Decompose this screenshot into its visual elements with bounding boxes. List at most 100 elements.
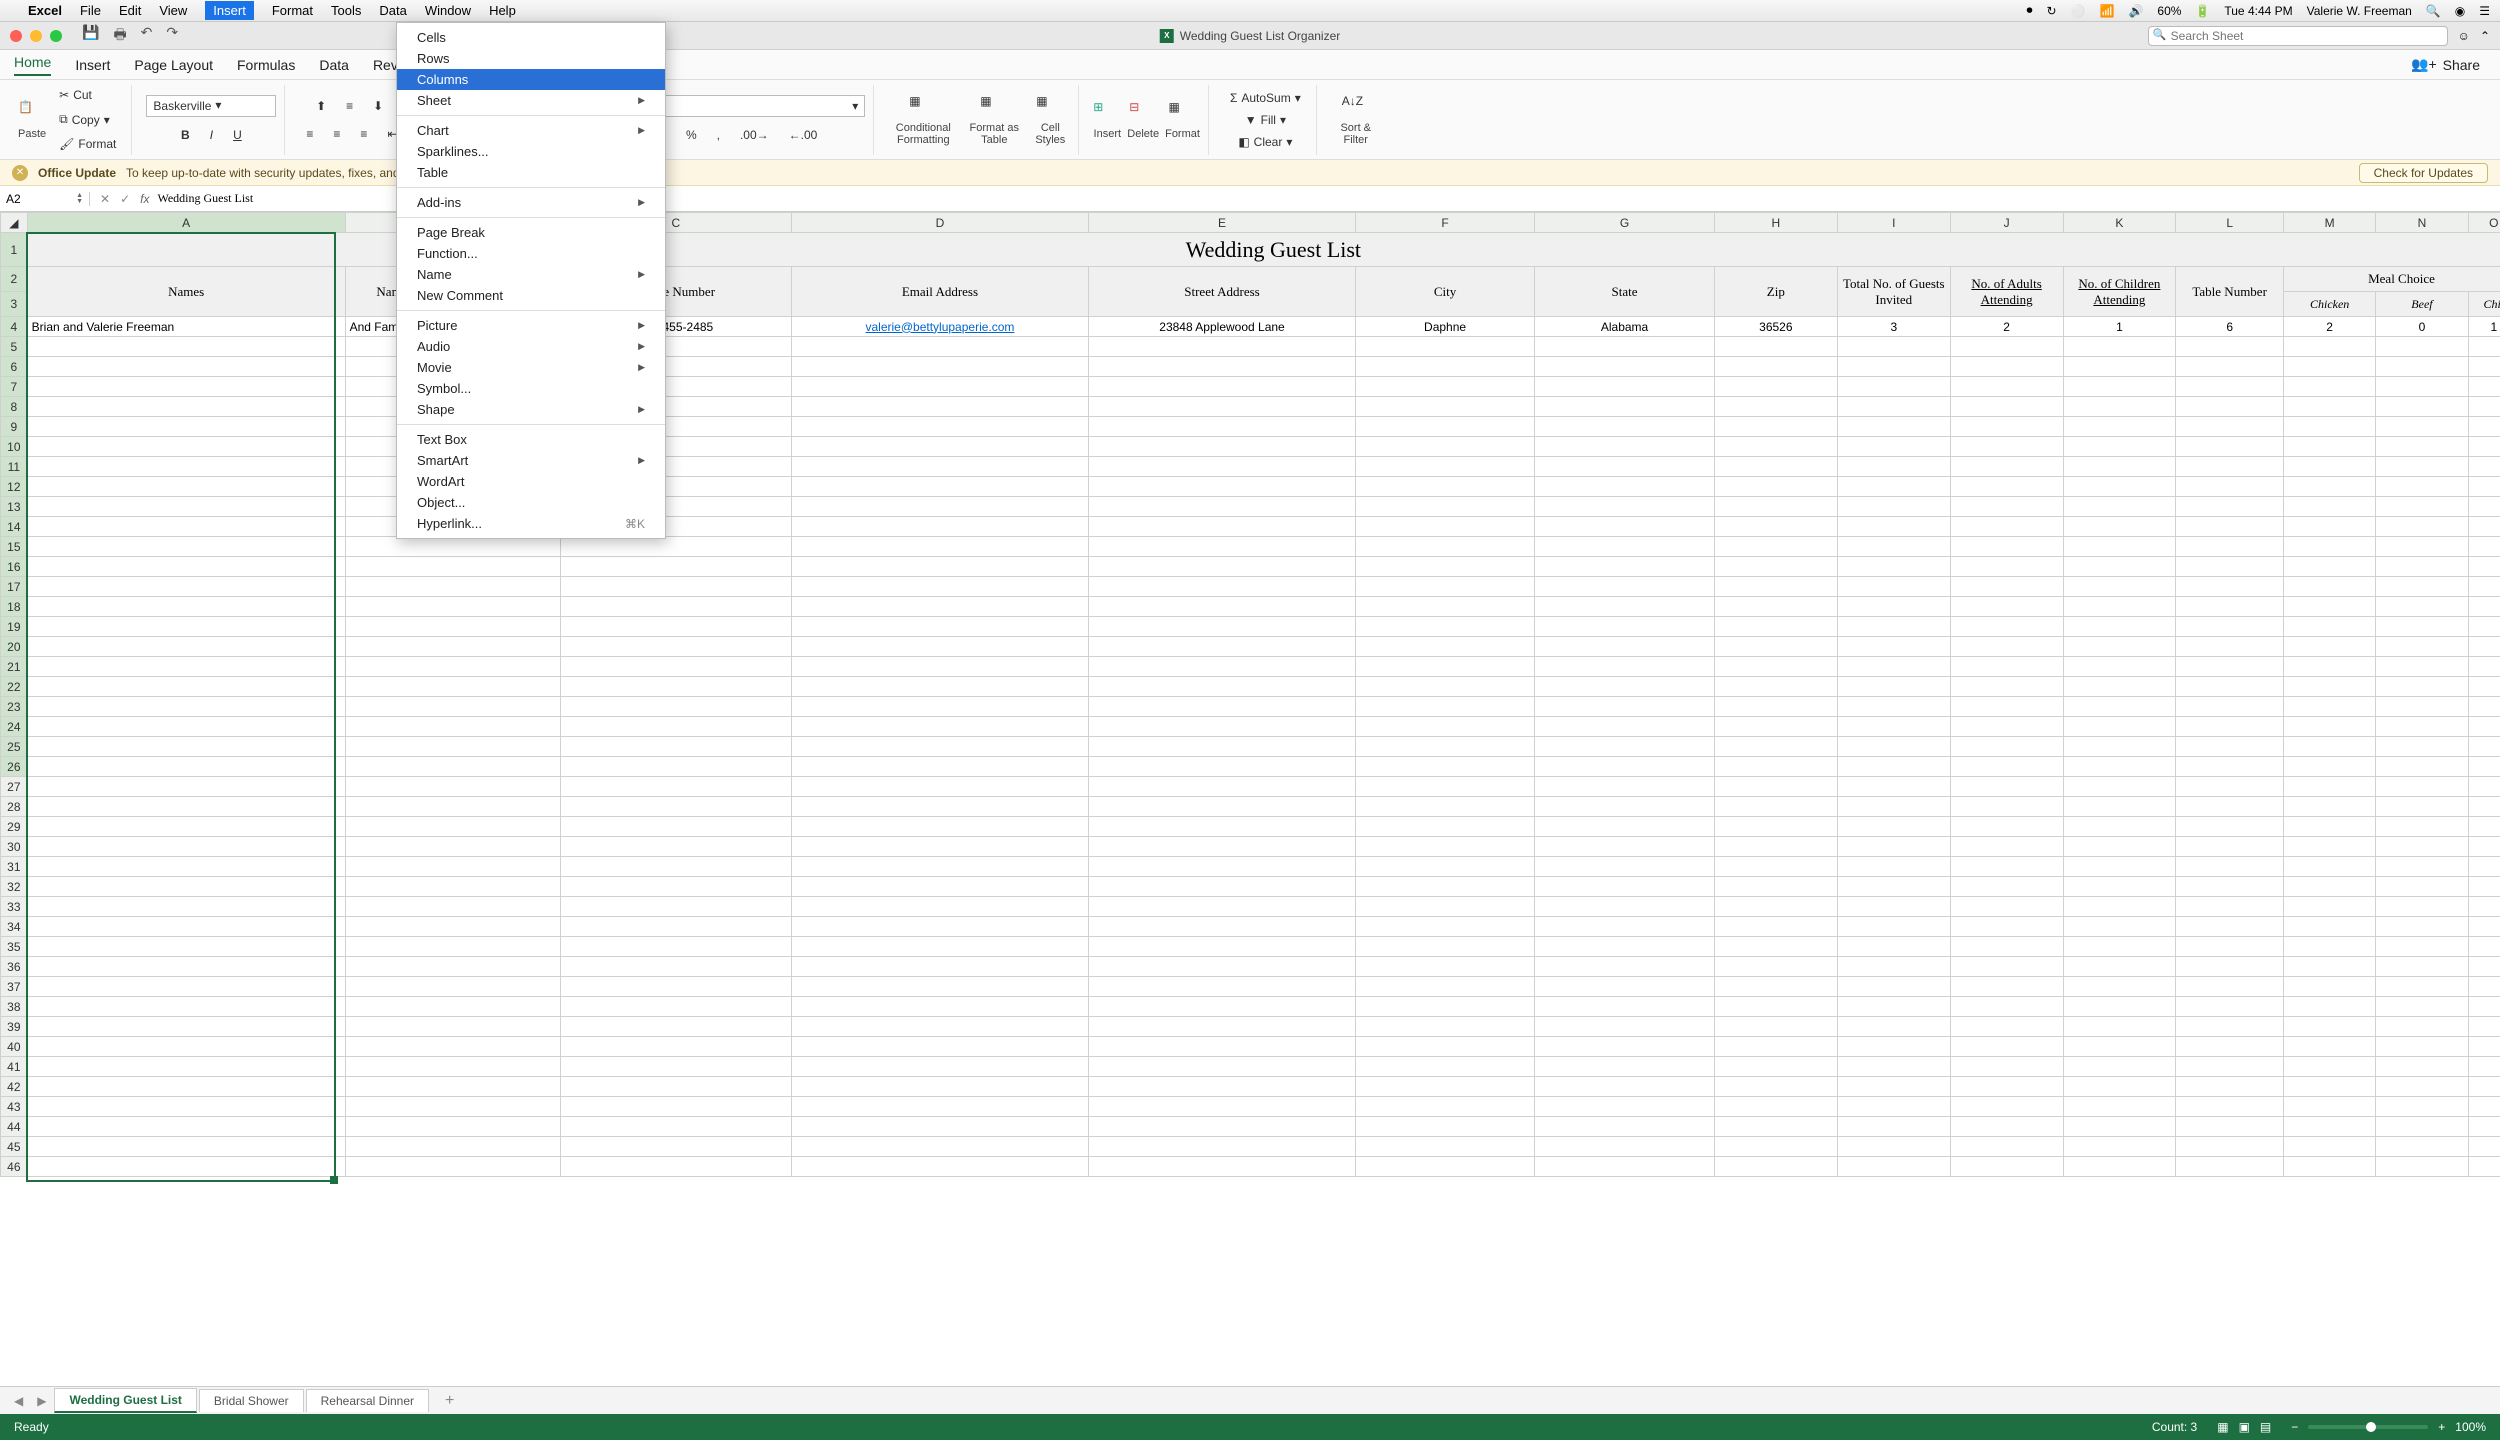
cell[interactable] [791, 997, 1088, 1017]
cell[interactable] [1950, 517, 2063, 537]
cell[interactable] [1714, 857, 1837, 877]
cell[interactable] [1089, 597, 1356, 617]
cell[interactable] [2063, 977, 2176, 997]
cell-beef[interactable]: 0 [2376, 317, 2468, 337]
cell[interactable] [2376, 877, 2468, 897]
insert-menu-object-[interactable]: Object... [397, 492, 665, 513]
cell[interactable] [2376, 817, 2468, 837]
cell[interactable] [2063, 777, 2176, 797]
cell[interactable] [2176, 657, 2284, 677]
cell[interactable] [27, 837, 345, 857]
cell[interactable] [1837, 397, 1950, 417]
cell[interactable] [2376, 417, 2468, 437]
sheet-tab-0[interactable]: Wedding Guest List [54, 1388, 196, 1413]
cell[interactable] [1714, 417, 1837, 437]
cell[interactable] [2284, 1157, 2376, 1177]
record-icon[interactable]: ⏺ [2026, 3, 2032, 18]
cell[interactable] [560, 717, 791, 737]
row-header-38[interactable]: 38 [1, 997, 28, 1017]
banner-close-icon[interactable]: ✕ [12, 165, 28, 181]
cell[interactable] [1089, 957, 1356, 977]
cell[interactable] [1089, 917, 1356, 937]
cell[interactable] [1714, 537, 1837, 557]
zoom-out-button[interactable]: − [2291, 1420, 2298, 1434]
cell[interactable] [560, 757, 791, 777]
cell[interactable] [2176, 557, 2284, 577]
cell[interactable] [1089, 337, 1356, 357]
check-updates-button[interactable]: Check for Updates [2359, 163, 2488, 183]
cell[interactable] [2284, 877, 2376, 897]
cell[interactable] [1089, 1097, 1356, 1117]
cell[interactable] [1535, 1017, 1714, 1037]
cell[interactable] [2063, 357, 2176, 377]
ribbon-collapse-icon[interactable]: ⌃ [2480, 29, 2490, 43]
cell[interactable] [1950, 817, 2063, 837]
cell[interactable] [1089, 817, 1356, 837]
cell[interactable] [2284, 637, 2376, 657]
insert-menu-hyperlink-[interactable]: Hyperlink...⌘K [397, 513, 665, 534]
cell[interactable] [791, 817, 1088, 837]
col-header-k[interactable]: K [2063, 213, 2176, 233]
cell[interactable] [1089, 377, 1356, 397]
cell[interactable] [2063, 537, 2176, 557]
cell[interactable] [2468, 1097, 2500, 1117]
cell[interactable] [2063, 1037, 2176, 1057]
cell[interactable] [1837, 757, 1950, 777]
cell[interactable] [2063, 377, 2176, 397]
hdr-street[interactable]: Street Address [1089, 267, 1356, 317]
cell[interactable] [2063, 797, 2176, 817]
zoom-slider[interactable] [2308, 1425, 2428, 1429]
cell[interactable] [1535, 1077, 1714, 1097]
cell[interactable] [345, 1037, 560, 1057]
cell[interactable] [2376, 537, 2468, 557]
col-header-i[interactable]: I [1837, 213, 1950, 233]
cell[interactable] [2376, 457, 2468, 477]
cell[interactable] [2284, 337, 2376, 357]
col-header-l[interactable]: L [2176, 213, 2284, 233]
cell[interactable] [1950, 1057, 2063, 1077]
insert-menu-function-[interactable]: Function... [397, 243, 665, 264]
cell[interactable] [2063, 457, 2176, 477]
cell[interactable] [1089, 737, 1356, 757]
cell[interactable] [560, 597, 791, 617]
cell[interactable] [1950, 577, 2063, 597]
row-header-13[interactable]: 13 [1, 497, 28, 517]
cell[interactable] [345, 837, 560, 857]
cell[interactable] [560, 1017, 791, 1037]
cell[interactable] [2468, 557, 2500, 577]
cell[interactable] [2468, 437, 2500, 457]
cell-email[interactable]: valerie@bettylupaperie.com [791, 317, 1088, 337]
sheet-nav-next[interactable]: ▶ [31, 1394, 52, 1408]
cell[interactable] [560, 917, 791, 937]
cell[interactable] [27, 637, 345, 657]
cell[interactable] [1837, 1137, 1950, 1157]
cell[interactable] [345, 917, 560, 937]
cell[interactable] [1535, 417, 1714, 437]
row-header-7[interactable]: 7 [1, 377, 28, 397]
cell[interactable] [2284, 917, 2376, 937]
cell[interactable] [1355, 877, 1534, 897]
cell[interactable] [27, 677, 345, 697]
cell[interactable] [1089, 1037, 1356, 1057]
cell[interactable] [2284, 617, 2376, 637]
cell[interactable] [2376, 717, 2468, 737]
cell[interactable] [1837, 997, 1950, 1017]
cell[interactable] [2176, 617, 2284, 637]
cell[interactable] [2376, 617, 2468, 637]
cell[interactable] [791, 757, 1088, 777]
cell[interactable] [1950, 537, 2063, 557]
cell[interactable] [2284, 1137, 2376, 1157]
fill-handle[interactable] [330, 1176, 338, 1184]
cell[interactable] [345, 617, 560, 637]
cell[interactable] [2176, 677, 2284, 697]
format-cells-icon[interactable]: ▦ [1169, 100, 1197, 128]
autosum-button[interactable]: Σ AutoSum ▾ [1223, 88, 1308, 108]
col-header-m[interactable]: M [2284, 213, 2376, 233]
cell[interactable] [1837, 497, 1950, 517]
close-window-button[interactable] [10, 30, 22, 42]
cell[interactable] [2284, 997, 2376, 1017]
cell[interactable] [560, 1097, 791, 1117]
cell[interactable] [1535, 657, 1714, 677]
cell[interactable] [2376, 597, 2468, 617]
cell[interactable] [1714, 897, 1837, 917]
